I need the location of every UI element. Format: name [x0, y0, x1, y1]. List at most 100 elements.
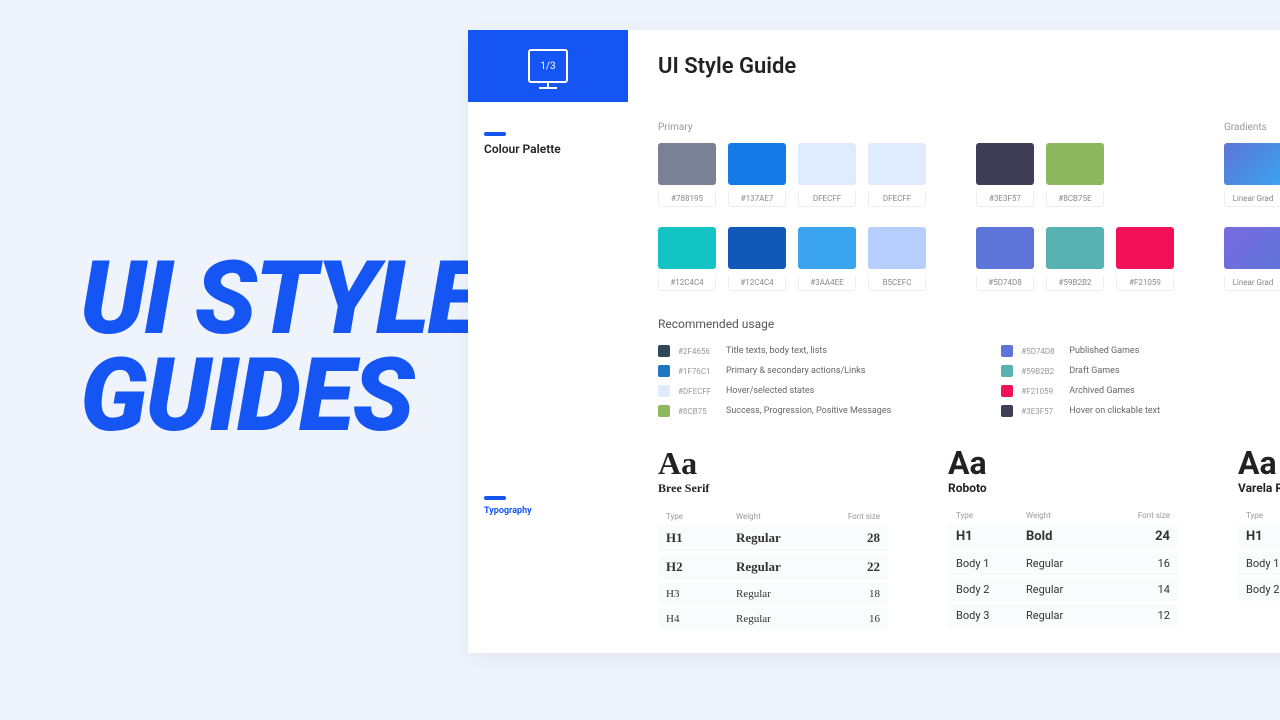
swatch-label: Linear Grad — [1224, 275, 1280, 291]
color-swatch[interactable]: #5D74D8 — [976, 227, 1034, 291]
sidebar: Colour Palette Typography — [468, 102, 628, 653]
swatch-label: #8CB75E — [1046, 191, 1104, 207]
swatch-color — [798, 143, 856, 185]
color-swatch[interactable]: Linear Grad — [1224, 143, 1280, 207]
color-swatch[interactable]: DFECFF — [868, 143, 926, 207]
color-chip — [658, 405, 670, 417]
swatch-label: #F21059 — [1116, 275, 1174, 291]
swatch-color — [658, 143, 716, 185]
type-row: H4Regular16 — [658, 608, 888, 630]
swatch-color — [1116, 227, 1174, 269]
swatch-color — [1046, 143, 1104, 185]
color-swatch[interactable]: #788195 — [658, 143, 716, 207]
swatch-color — [1046, 227, 1104, 269]
usage-title: Recommended usage — [658, 317, 1280, 331]
color-swatch[interactable]: #3E3F57 — [976, 143, 1034, 207]
sidebar-item-colour-palette[interactable]: Colour Palette — [484, 132, 612, 156]
font-sample: Aa — [1238, 447, 1280, 479]
font-column: AaRobotoTypeWeightFont sizeH1Bold24Body … — [948, 447, 1178, 633]
usage-item: #1F76C1Primary & secondary actions/Links — [658, 365, 891, 377]
sidebar-item-typography[interactable]: Typography — [484, 496, 612, 516]
swatch-label: B5CEFC — [868, 275, 926, 291]
font-column: AaBree SerifTypeWeightFont sizeH1Regular… — [658, 447, 888, 633]
swatch-color — [658, 227, 716, 269]
font-name: Roboto — [948, 481, 1178, 495]
usage-desc: Hover on clickable text — [1069, 406, 1160, 416]
color-chip — [658, 345, 670, 357]
swatch-color — [798, 227, 856, 269]
type-row: Body 1Regular16 — [948, 552, 1178, 575]
swatch-label: #12C4C4 — [728, 275, 786, 291]
hero-title: UI STYLE GUIDES — [80, 250, 481, 444]
swatch-color — [868, 143, 926, 185]
spacer-label — [976, 122, 1174, 133]
type-row: H2Regular22 — [658, 554, 888, 580]
type-row: H1Bold24 — [948, 524, 1178, 549]
usage-item: #3E3F57 Hover on clickable text — [1001, 405, 1160, 417]
swatch-label: #12C4C4 — [658, 275, 716, 291]
font-name: Bree Serif — [658, 481, 888, 496]
usage-desc: Draft Games — [1069, 366, 1119, 376]
page-title: UI Style Guide — [628, 30, 1280, 102]
swatch-color — [728, 227, 786, 269]
usage-hex: #1F76C1 — [678, 367, 718, 376]
swatch-color — [728, 143, 786, 185]
usage-item: #F21059Archived Games — [1001, 385, 1160, 397]
type-row: Body 2Regular14 — [948, 578, 1178, 601]
type-row: H1Regular28 — [658, 525, 888, 551]
type-table-header: Type — [1238, 507, 1280, 524]
usage-hex: #3E3F57 — [1021, 407, 1061, 416]
section-label-gradients: Gradients — [1224, 122, 1280, 133]
palette-primary-group2: #3E3F57 #8CB75E #5D74D8 #59B2B2 #F21059 — [976, 122, 1174, 291]
swatch-color — [976, 143, 1034, 185]
color-chip — [1001, 405, 1013, 417]
monitor-icon: 1/3 — [528, 49, 568, 83]
color-swatch[interactable]: #12C4C4 — [658, 227, 716, 291]
sidebar-item-label: Typography — [484, 506, 612, 516]
type-row: Body 3Regular12 — [948, 604, 1178, 627]
color-swatch[interactable]: #59B2B2 — [1046, 227, 1104, 291]
swatch-label: #3E3F57 — [976, 191, 1034, 207]
usage-hex: #2F4656 — [678, 347, 718, 356]
color-swatch[interactable]: #137AE7 — [728, 143, 786, 207]
type-row: H1 — [1238, 524, 1280, 549]
color-swatch[interactable]: #F21059 — [1116, 227, 1174, 291]
usage-item: #8CB75Success, Progression, Positive Mes… — [658, 405, 891, 417]
color-swatch[interactable]: DFECFF — [798, 143, 856, 207]
usage-item: #5D74D8Published Games — [1001, 345, 1160, 357]
font-column: AaVarela RTypeH1Body 1Body 2 — [1238, 447, 1280, 633]
usage-section: Recommended usage #2F4656 Title texts, bo… — [658, 317, 1280, 417]
usage-desc: Hover/selected states — [726, 386, 814, 396]
type-table-header: TypeWeightFont size — [948, 507, 1178, 524]
swatch-color — [1224, 227, 1280, 269]
usage-hex: #F21059 — [1021, 387, 1061, 396]
app-header: 1/3 UI Style Guide — [468, 30, 1280, 102]
typography-section: Aa Bree Serif TypeWeightFont size H1Regular… — [658, 447, 1280, 633]
color-swatch[interactable]: #3AA4EE — [798, 227, 856, 291]
swatch-label: #788195 — [658, 191, 716, 207]
palette-primary-group1: Primary #788195 #137AE7 DFECFF DFECFF #12C4C… — [658, 122, 926, 291]
color-chip — [1001, 345, 1013, 357]
usage-desc: Title texts, body text, lists — [726, 346, 827, 356]
sidebar-accent — [484, 496, 506, 500]
content: Primary #788195 #137AE7 DFECFF DFECFF #12C4C… — [628, 102, 1280, 653]
sidebar-accent — [484, 132, 506, 136]
swatch-label: #59B2B2 — [1046, 275, 1104, 291]
style-guide-window: 1/3 UI Style Guide Colour Palette Typogr… — [468, 30, 1280, 653]
color-swatch[interactable]: Linear Grad — [1224, 227, 1280, 291]
usage-item: #DFECFFHover/selected states — [658, 385, 891, 397]
usage-hex: #59B2B2 — [1021, 367, 1061, 376]
hero-line1: UI STYLE — [80, 250, 481, 347]
color-swatch[interactable]: B5CEFC — [868, 227, 926, 291]
logo-block: 1/3 — [468, 30, 628, 102]
font-sample: Aa — [658, 447, 888, 479]
section-label-primary: Primary — [658, 122, 926, 133]
sidebar-item-label: Colour Palette — [484, 142, 612, 156]
type-row: H3Regular18 — [658, 583, 888, 605]
color-swatch[interactable]: #8CB75E — [1046, 143, 1104, 207]
color-swatch[interactable]: #12C4C4 — [728, 227, 786, 291]
hero-line2: GUIDES — [80, 347, 481, 444]
color-chip — [658, 365, 670, 377]
usage-desc: Published Games — [1069, 346, 1139, 356]
swatch-label: DFECFF — [798, 191, 856, 207]
